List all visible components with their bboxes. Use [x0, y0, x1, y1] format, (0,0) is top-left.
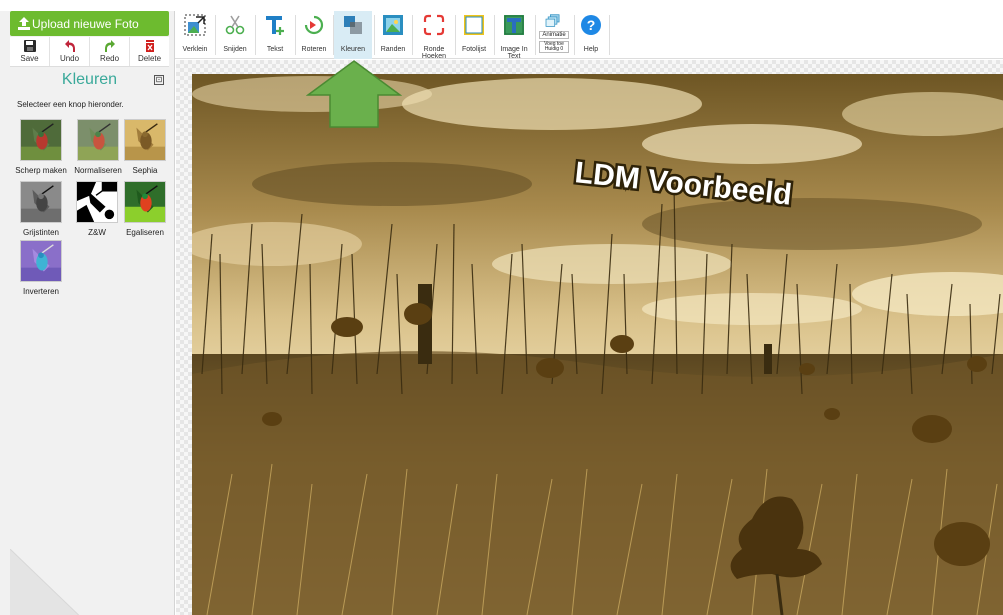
- tool-crop[interactable]: Snijden: [217, 11, 253, 59]
- tool-label: Roteren: [301, 46, 327, 53]
- panel-title: Kleuren: [61, 71, 118, 88]
- redo-label: Redo: [99, 54, 120, 63]
- save-button[interactable]: Save: [10, 37, 50, 66]
- tool-label: Tekst: [266, 46, 284, 53]
- effect-invert[interactable]: Inverteren: [13, 240, 69, 296]
- upload-photo-button[interactable]: Upload nieuwe Foto: [10, 11, 169, 36]
- effect-grayscale[interactable]: Grijstinten: [13, 181, 69, 237]
- tool-animation[interactable]: Animatie Voeg toe Huidig 0: [536, 11, 572, 59]
- effect-sharpen[interactable]: Scherp maken: [13, 119, 69, 175]
- tool-label: Image In Text: [500, 46, 528, 60]
- image-in-text-icon: [504, 15, 524, 35]
- tool-text[interactable]: Tekst: [257, 11, 293, 59]
- rounded-corners-icon: [423, 14, 445, 36]
- delete-label: Delete: [137, 54, 162, 63]
- green-up-arrow-annotation: [306, 60, 402, 128]
- toolbar-separator: [412, 15, 413, 55]
- hummingbird-equalize-thumbnail: [124, 181, 166, 223]
- hummingbird-invert-thumbnail: [20, 240, 62, 282]
- scissors-icon: [225, 15, 245, 35]
- frame-picture-icon: [383, 15, 403, 35]
- toolbar: Verklein Snijden Tekst Roteren Kleuren R…: [175, 11, 1003, 60]
- help-icon: ?: [581, 15, 601, 35]
- tool-rounded-corners[interactable]: Ronde Hoeken: [415, 11, 453, 60]
- effect-label: Scherp maken: [15, 166, 67, 175]
- effect-label: Z&W: [88, 228, 106, 237]
- effect-equalize[interactable]: Egaliseren: [117, 181, 173, 237]
- collapse-panel-icon[interactable]: ⊡: [154, 75, 164, 85]
- undo-arrow-icon: [64, 40, 75, 52]
- redo-arrow-icon: [104, 40, 115, 52]
- floppy-disk-icon: [23, 40, 36, 52]
- hummingbird-grayscale-thumbnail: [20, 181, 62, 223]
- page-fold-decoration: [10, 549, 80, 615]
- tool-label: Verklein: [182, 46, 208, 53]
- effect-label: Inverteren: [22, 287, 60, 296]
- app-window: Upload nieuwe Foto Save Undo Redo Delete…: [0, 0, 1003, 615]
- toolbar-separator: [374, 15, 375, 55]
- tool-label: Fotolijst: [461, 46, 487, 53]
- tool-borders[interactable]: Randen: [376, 11, 410, 59]
- tool-label: Help: [583, 46, 599, 53]
- trash-icon: [145, 40, 154, 52]
- sepia-field-photo: LDM Voorbeeld: [192, 74, 1003, 615]
- photo-frame-icon: [464, 15, 484, 35]
- tool-label: Randen: [380, 46, 406, 53]
- tool-colors[interactable]: Kleuren: [334, 11, 372, 59]
- animation-add-current[interactable]: Voeg toe Huidig 0: [539, 41, 569, 53]
- hummingbird-black-white-thumbnail: [76, 181, 118, 223]
- save-label: Save: [20, 54, 39, 63]
- svg-text:?: ?: [587, 17, 596, 33]
- sidebar: Upload nieuwe Foto Save Undo Redo Delete…: [0, 11, 175, 615]
- action-bar: Save Undo Redo Delete: [10, 37, 169, 67]
- tool-label: Ronde Hoeken: [421, 46, 447, 60]
- undo-button[interactable]: Undo: [50, 37, 90, 66]
- undo-label: Undo: [59, 54, 80, 63]
- photo-canvas[interactable]: LDM Voorbeeld: [192, 74, 1003, 615]
- animation-icon: [545, 14, 560, 27]
- tool-image-in-text[interactable]: Image In Text: [495, 11, 533, 60]
- toolbar-separator: [295, 15, 296, 55]
- effect-sepia[interactable]: Sephia: [117, 119, 173, 175]
- rotate-icon: [304, 15, 324, 35]
- tool-rotate[interactable]: Roteren: [297, 11, 331, 59]
- upload-icon: [18, 17, 30, 30]
- colors-icon: [344, 16, 362, 34]
- tool-resize[interactable]: Verklein: [177, 11, 213, 59]
- tool-photo-frame[interactable]: Fotolijst: [456, 11, 492, 59]
- tool-label: Snijden: [223, 46, 247, 53]
- hummingbird-normalize-thumbnail: [77, 119, 119, 161]
- hummingbird-sharpen-thumbnail: [20, 119, 62, 161]
- text-t-icon: [266, 16, 284, 35]
- delete-button[interactable]: Delete: [130, 37, 169, 66]
- effect-label: Sephia: [132, 166, 158, 175]
- effect-label: Normaliseren: [74, 166, 122, 175]
- upload-label: Upload nieuwe Foto: [32, 16, 139, 31]
- effect-label: Egaliseren: [126, 228, 164, 237]
- toolbar-separator: [255, 15, 256, 55]
- effect-label: Grijstinten: [22, 228, 59, 237]
- tool-help[interactable]: ? Help: [575, 11, 607, 59]
- toolbar-separator: [215, 15, 216, 55]
- top-strip: [0, 0, 1003, 11]
- redo-button[interactable]: Redo: [90, 37, 130, 66]
- hummingbird-sepia-thumbnail: [124, 119, 166, 161]
- tool-label: Kleuren: [340, 46, 366, 53]
- animation-label: Animatie: [539, 31, 569, 39]
- panel-hint: Selecteer een knop hieronder.: [17, 100, 124, 109]
- resize-icon: [184, 14, 206, 36]
- toolbar-separator: [609, 15, 610, 55]
